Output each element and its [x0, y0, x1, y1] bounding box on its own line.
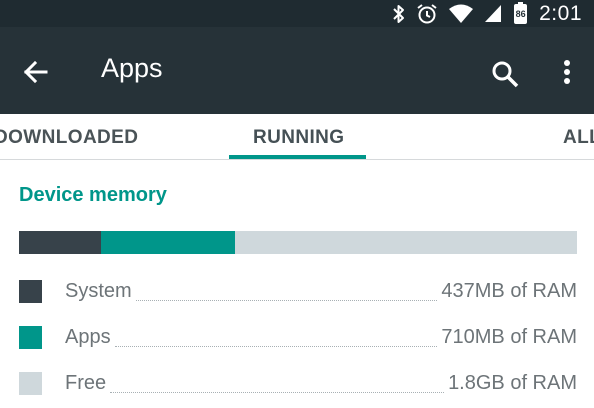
legend-value: 1.8GB of RAM	[448, 372, 577, 394]
alarm-icon	[416, 3, 438, 25]
cell-signal-icon	[484, 4, 502, 23]
legend-label: Free	[65, 372, 107, 394]
tab-indicator	[229, 155, 366, 159]
memory-segment-apps	[101, 231, 235, 254]
tab-bar: DOWNLOADED RUNNING ALL	[0, 114, 594, 160]
legend-swatch	[19, 280, 42, 303]
legend-label: Apps	[65, 326, 111, 348]
battery-icon: 86	[514, 1, 528, 24]
dotted-leader	[114, 322, 438, 347]
bluetooth-icon	[392, 4, 406, 24]
memory-segment-free	[234, 231, 577, 254]
arrow-back-icon[interactable]	[18, 54, 54, 90]
legend-label: System	[65, 280, 132, 302]
tab-downloaded[interactable]: DOWNLOADED	[0, 127, 138, 149]
dotted-leader	[135, 276, 438, 301]
memory-row-apps: Apps 710MB of RAM	[19, 316, 577, 362]
memory-row-free: Free 1.8GB of RAM	[19, 362, 577, 408]
search-icon[interactable]	[488, 57, 522, 91]
app-bar: Apps	[0, 27, 594, 114]
status-bar: 86 2:01	[0, 0, 594, 27]
legend-value: 437MB of RAM	[441, 280, 577, 302]
legend-swatch	[19, 372, 42, 395]
section-title: Device memory	[19, 184, 167, 206]
page-title: Apps	[101, 53, 163, 83]
memory-usage-bar	[19, 231, 577, 254]
tab-all[interactable]: ALL	[563, 127, 594, 149]
tab-running[interactable]: RUNNING	[253, 127, 344, 149]
memory-segment-system	[19, 231, 102, 254]
more-vert-icon[interactable]	[555, 57, 579, 91]
legend-swatch	[19, 326, 42, 349]
status-clock: 2:01	[539, 1, 582, 25]
wifi-icon	[448, 4, 474, 24]
memory-row-system: System 437MB of RAM	[19, 270, 577, 316]
memory-legend: System 437MB of RAM Apps 710MB of RAM Free 1.…	[19, 270, 577, 408]
legend-value: 710MB of RAM	[441, 326, 577, 348]
dotted-leader	[110, 368, 445, 393]
